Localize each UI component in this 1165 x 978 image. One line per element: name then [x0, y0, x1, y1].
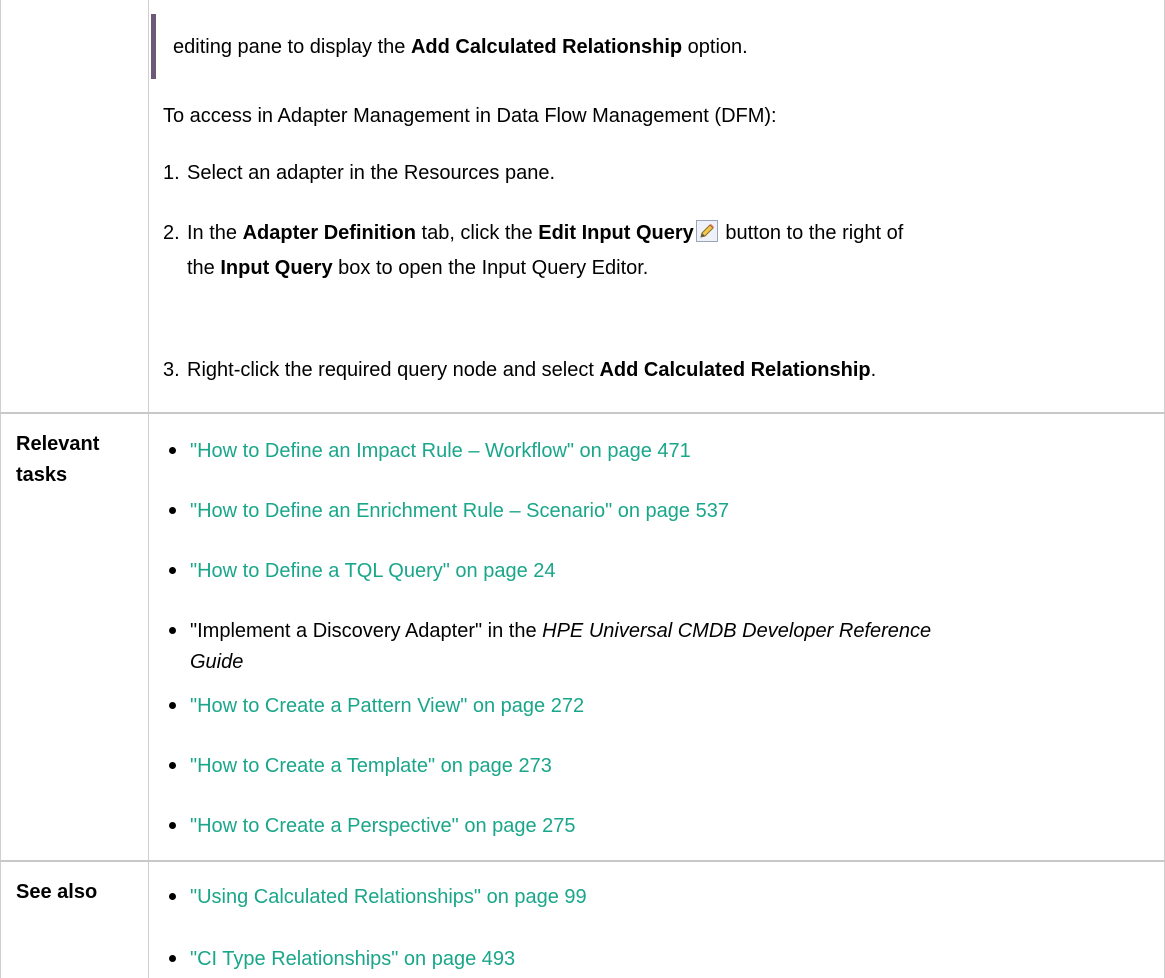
- table-border-left: [0, 0, 1, 978]
- table-column-divider: [148, 0, 149, 978]
- bullet-icon: [169, 702, 176, 709]
- bullet-icon: [169, 447, 176, 454]
- link-using-calculated-relationships[interactable]: "Using Calculated Relationships" on page…: [190, 885, 587, 909]
- bullet-icon: [169, 955, 176, 962]
- access-intro: To access in Adapter Management in Data …: [163, 105, 777, 127]
- link-ci-type-relationships[interactable]: "CI Type Relationships" on page 493: [190, 947, 515, 971]
- link-create-pattern-view[interactable]: "How to Create a Pattern View" on page 2…: [190, 694, 584, 718]
- document-page: editing pane to display the Add Calculat…: [0, 0, 1165, 978]
- discovery-adapter-reference-continued: Guide: [190, 651, 244, 673]
- bullet-icon: [169, 762, 176, 769]
- bullet-icon: [169, 567, 176, 574]
- step-2: 2. In the Adapter Definition tab, click t…: [163, 220, 904, 244]
- link-impact-rule-workflow[interactable]: "How to Define an Impact Rule – Workflow…: [190, 439, 691, 463]
- discovery-adapter-reference: "Implement a Discovery Adapter" in the H…: [190, 620, 932, 642]
- link-define-tql-query[interactable]: "How to Define a TQL Query" on page 24: [190, 559, 556, 583]
- bullet-icon: [169, 822, 176, 829]
- link-enrichment-rule-scenario[interactable]: "How to Define an Enrichment Rule – Scen…: [190, 499, 729, 523]
- row-divider-2: [0, 860, 1165, 862]
- relevant-tasks-label: Relevant tasks: [16, 433, 100, 486]
- step-2-continued: the Input Query box to open the Input Qu…: [187, 257, 649, 279]
- bullet-icon: [169, 627, 176, 634]
- note-bar: [151, 14, 156, 79]
- step-1: 1. Select an adapter in the Resources pan…: [163, 162, 556, 184]
- bullet-icon: [169, 893, 176, 900]
- link-create-perspective[interactable]: "How to Create a Perspective" on page 27…: [190, 814, 576, 838]
- see-also-label: See also: [16, 881, 98, 903]
- edit-pencil-icon[interactable]: [695, 220, 718, 242]
- note-text: editing pane to display the Add Calculat…: [173, 36, 748, 58]
- bullet-icon: [169, 507, 176, 514]
- step-3: 3. Right-click the required query node an…: [163, 359, 877, 381]
- row-divider-1: [0, 412, 1165, 414]
- link-create-template[interactable]: "How to Create a Template" on page 273: [190, 754, 552, 778]
